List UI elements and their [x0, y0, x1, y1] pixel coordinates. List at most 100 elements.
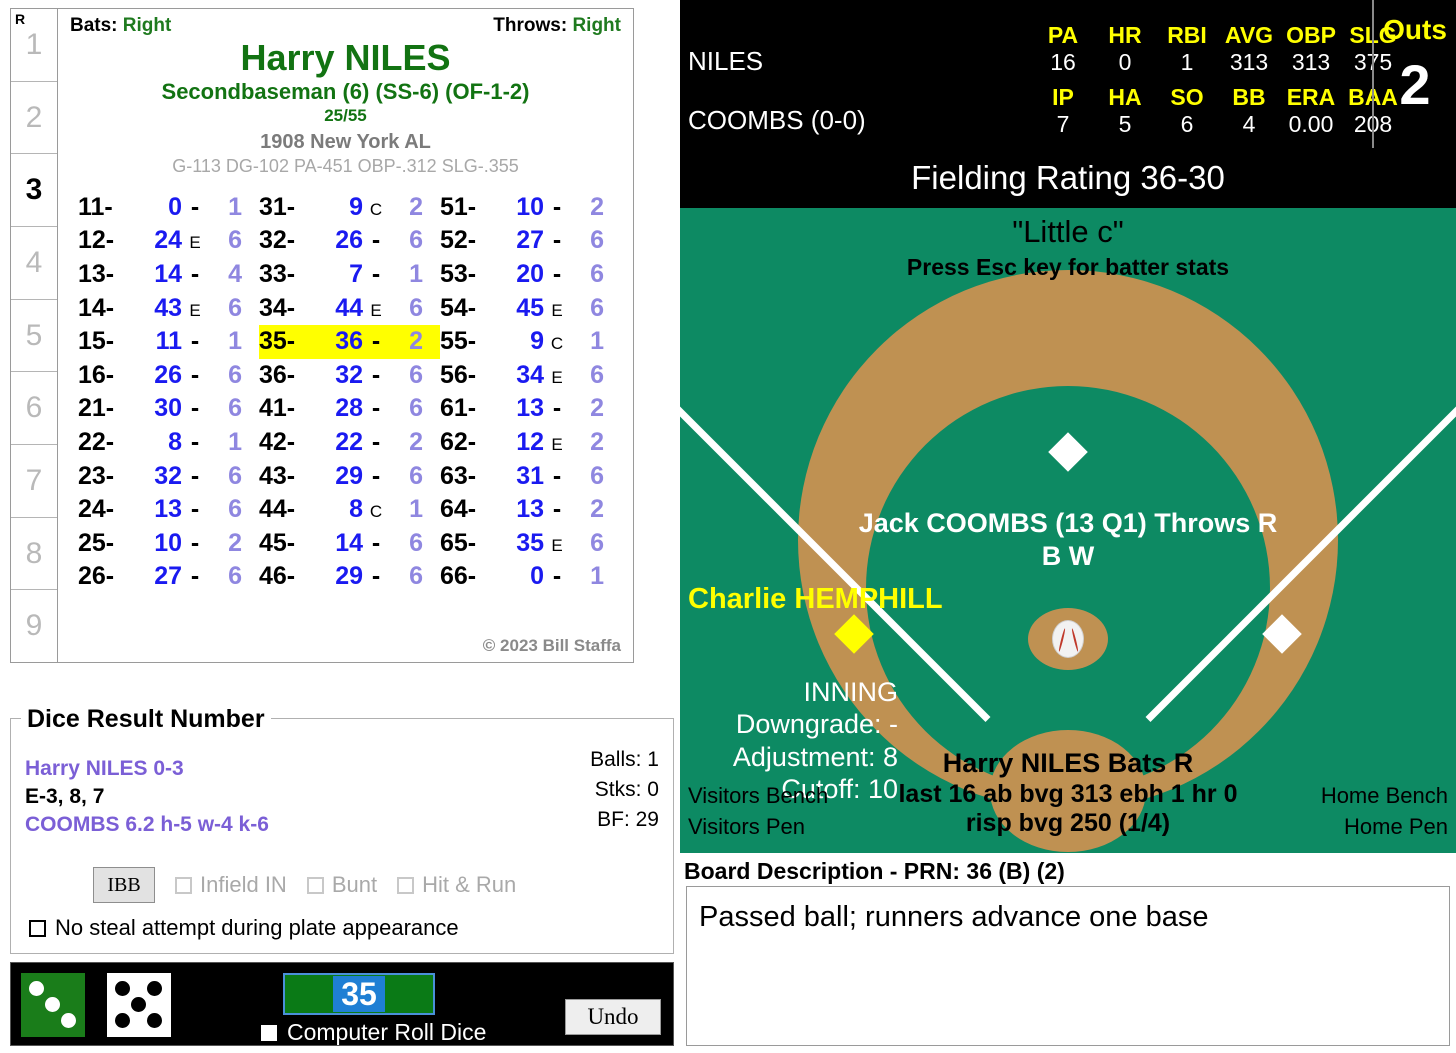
- ibb-button[interactable]: IBB: [93, 867, 155, 903]
- dice-row[interactable]: 56- 34 E 6: [440, 359, 621, 393]
- visitors-bench-link[interactable]: Visitors Bench: [688, 781, 828, 812]
- dice-row[interactable]: 42- 22-2: [259, 426, 440, 460]
- computer-roll-dice-checkbox[interactable]: Computer Roll Dice: [261, 1019, 486, 1046]
- dice-row[interactable]: 36- 32-6: [259, 359, 440, 393]
- dice-row[interactable]: 13- 14-4: [78, 258, 259, 292]
- dice-code: 31-: [259, 192, 296, 221]
- dice-tail: 6: [590, 360, 604, 389]
- white-die[interactable]: [107, 973, 171, 1037]
- inning-cell-7[interactable]: 7: [11, 445, 57, 518]
- home-bench-link[interactable]: Home Bench: [1321, 781, 1448, 812]
- hit-and-run-checkbox[interactable]: Hit & Run: [397, 872, 516, 898]
- die-pip: [61, 1013, 76, 1028]
- dice-row-active[interactable]: 35- 36-2: [259, 325, 440, 359]
- dice-tail: 6: [590, 461, 604, 490]
- inning-cell-4[interactable]: 4: [11, 227, 57, 300]
- checkbox-box: [29, 919, 46, 937]
- stat-value-rbi: 1: [1180, 49, 1194, 75]
- dice-tail: 1: [228, 427, 242, 456]
- dice-row[interactable]: 24- 13-6: [78, 493, 259, 527]
- visitors-pen-link[interactable]: Visitors Pen: [688, 812, 828, 843]
- runner-on-third-label[interactable]: Charlie HEMPHILL: [688, 583, 943, 616]
- dice-row[interactable]: 26- 27-6: [78, 560, 259, 594]
- visitors-links: Visitors Bench Visitors Pen: [688, 781, 828, 843]
- dice-separator: -: [552, 192, 562, 221]
- home-pen-link[interactable]: Home Pen: [1321, 812, 1448, 843]
- dice-separator: -: [190, 394, 200, 423]
- play-controls-row: IBB Infield IN Bunt Hit & Run: [11, 867, 673, 903]
- copyright-notice: © 2023 Bill Staffa: [482, 636, 621, 655]
- dice-separator: E: [551, 434, 563, 454]
- player-card-body: Bats: Right Throws: Right Harry NILES Se…: [58, 9, 633, 662]
- inning-cell-8[interactable]: 8: [11, 518, 57, 591]
- dice-tail: 6: [409, 226, 423, 255]
- undo-button[interactable]: Undo: [565, 999, 661, 1035]
- dice-row[interactable]: 23- 32-6: [78, 460, 259, 494]
- dice-row[interactable]: 44- 8 C 1: [259, 493, 440, 527]
- dice-row[interactable]: 33- 7-1: [259, 258, 440, 292]
- dice-result: 27: [154, 562, 182, 591]
- inning-cell-5[interactable]: 5: [11, 300, 57, 373]
- dice-result: 26: [154, 360, 182, 389]
- left-pane: R 123456789 Bats: Right Throws: Right Ha…: [0, 0, 680, 1053]
- dice-tail: 6: [228, 562, 242, 591]
- dice-code: 22-: [78, 427, 115, 456]
- dice-row[interactable]: 16- 26-6: [78, 359, 259, 393]
- dice-separator: -: [552, 495, 562, 524]
- inning-cell-3[interactable]: 3: [11, 154, 57, 228]
- dice-row[interactable]: 11- 0-1: [78, 191, 259, 225]
- dice-tail: 6: [409, 394, 423, 423]
- dice-row[interactable]: 15- 11-1: [78, 325, 259, 359]
- dice-row[interactable]: 55- 9 C 1: [440, 325, 621, 359]
- bunt-checkbox[interactable]: Bunt: [306, 872, 377, 898]
- dice-code: 63-: [440, 461, 477, 490]
- dice-result: 22: [335, 427, 363, 456]
- dice-separator: -: [371, 562, 381, 591]
- dice-row[interactable]: 45- 14-6: [259, 527, 440, 561]
- dice-row[interactable]: 51- 10-2: [440, 191, 621, 225]
- dice-row[interactable]: 43- 29-6: [259, 460, 440, 494]
- green-die[interactable]: [21, 973, 85, 1037]
- dice-row[interactable]: 64- 13-2: [440, 493, 621, 527]
- stat-header-hr: HR: [1108, 22, 1142, 48]
- inning-cell-6[interactable]: 6: [11, 372, 57, 446]
- baseball-field[interactable]: "Little c" Press Esc key for batter stat…: [680, 208, 1456, 853]
- dice-row[interactable]: 65- 35 E 6: [440, 527, 621, 561]
- dice-row[interactable]: 21- 30-6: [78, 392, 259, 426]
- dice-tail: 6: [590, 259, 604, 288]
- inning-cell-1[interactable]: 1: [11, 9, 57, 82]
- dice-row[interactable]: 14- 43 E 6: [78, 292, 259, 326]
- dice-row[interactable]: 54- 45 E 6: [440, 292, 621, 326]
- dice-row[interactable]: 53- 20-6: [440, 258, 621, 292]
- dice-row[interactable]: 34- 44 E 6: [259, 292, 440, 326]
- dice-row[interactable]: 22- 8-1: [78, 426, 259, 460]
- no-steal-checkbox[interactable]: No steal attempt during plate appearance: [29, 915, 459, 941]
- dice-row[interactable]: 12- 24 E 6: [78, 224, 259, 258]
- dice-row[interactable]: 31- 9 C 2: [259, 191, 440, 225]
- dice-row[interactable]: 46- 29-6: [259, 560, 440, 594]
- dice-result: 8: [349, 495, 363, 524]
- dice-code: 35-: [259, 327, 296, 356]
- dice-row[interactable]: 41- 28-6: [259, 392, 440, 426]
- dice-row[interactable]: 25- 10-2: [78, 527, 259, 561]
- seam: [1058, 628, 1066, 652]
- inning-cell-9[interactable]: 9: [11, 590, 57, 662]
- dice-row[interactable]: 32- 26-6: [259, 224, 440, 258]
- dice-code: 65-: [440, 528, 477, 557]
- dice-separator: E: [551, 300, 563, 320]
- fielding-rating-bar: Fielding Rating 36-30: [680, 148, 1456, 208]
- checkbox-box: [397, 876, 415, 894]
- dice-result: 12: [516, 427, 544, 456]
- dice-result: 7: [349, 259, 363, 288]
- inning-cell-2[interactable]: 2: [11, 82, 57, 155]
- infield-in-checkbox[interactable]: Infield IN: [175, 872, 287, 898]
- dice-row[interactable]: 63- 31-6: [440, 460, 621, 494]
- dice-row[interactable]: 62- 12 E 2: [440, 426, 621, 460]
- dice-row[interactable]: 61- 13-2: [440, 392, 621, 426]
- dice-tail: 6: [409, 461, 423, 490]
- dice-row[interactable]: 66- 0-1: [440, 560, 621, 594]
- computer-roll-dice-label: Computer Roll Dice: [287, 1019, 487, 1045]
- dice-tail: 6: [590, 226, 604, 255]
- dice-row[interactable]: 52- 27-6: [440, 224, 621, 258]
- dice-tail: 2: [590, 394, 604, 423]
